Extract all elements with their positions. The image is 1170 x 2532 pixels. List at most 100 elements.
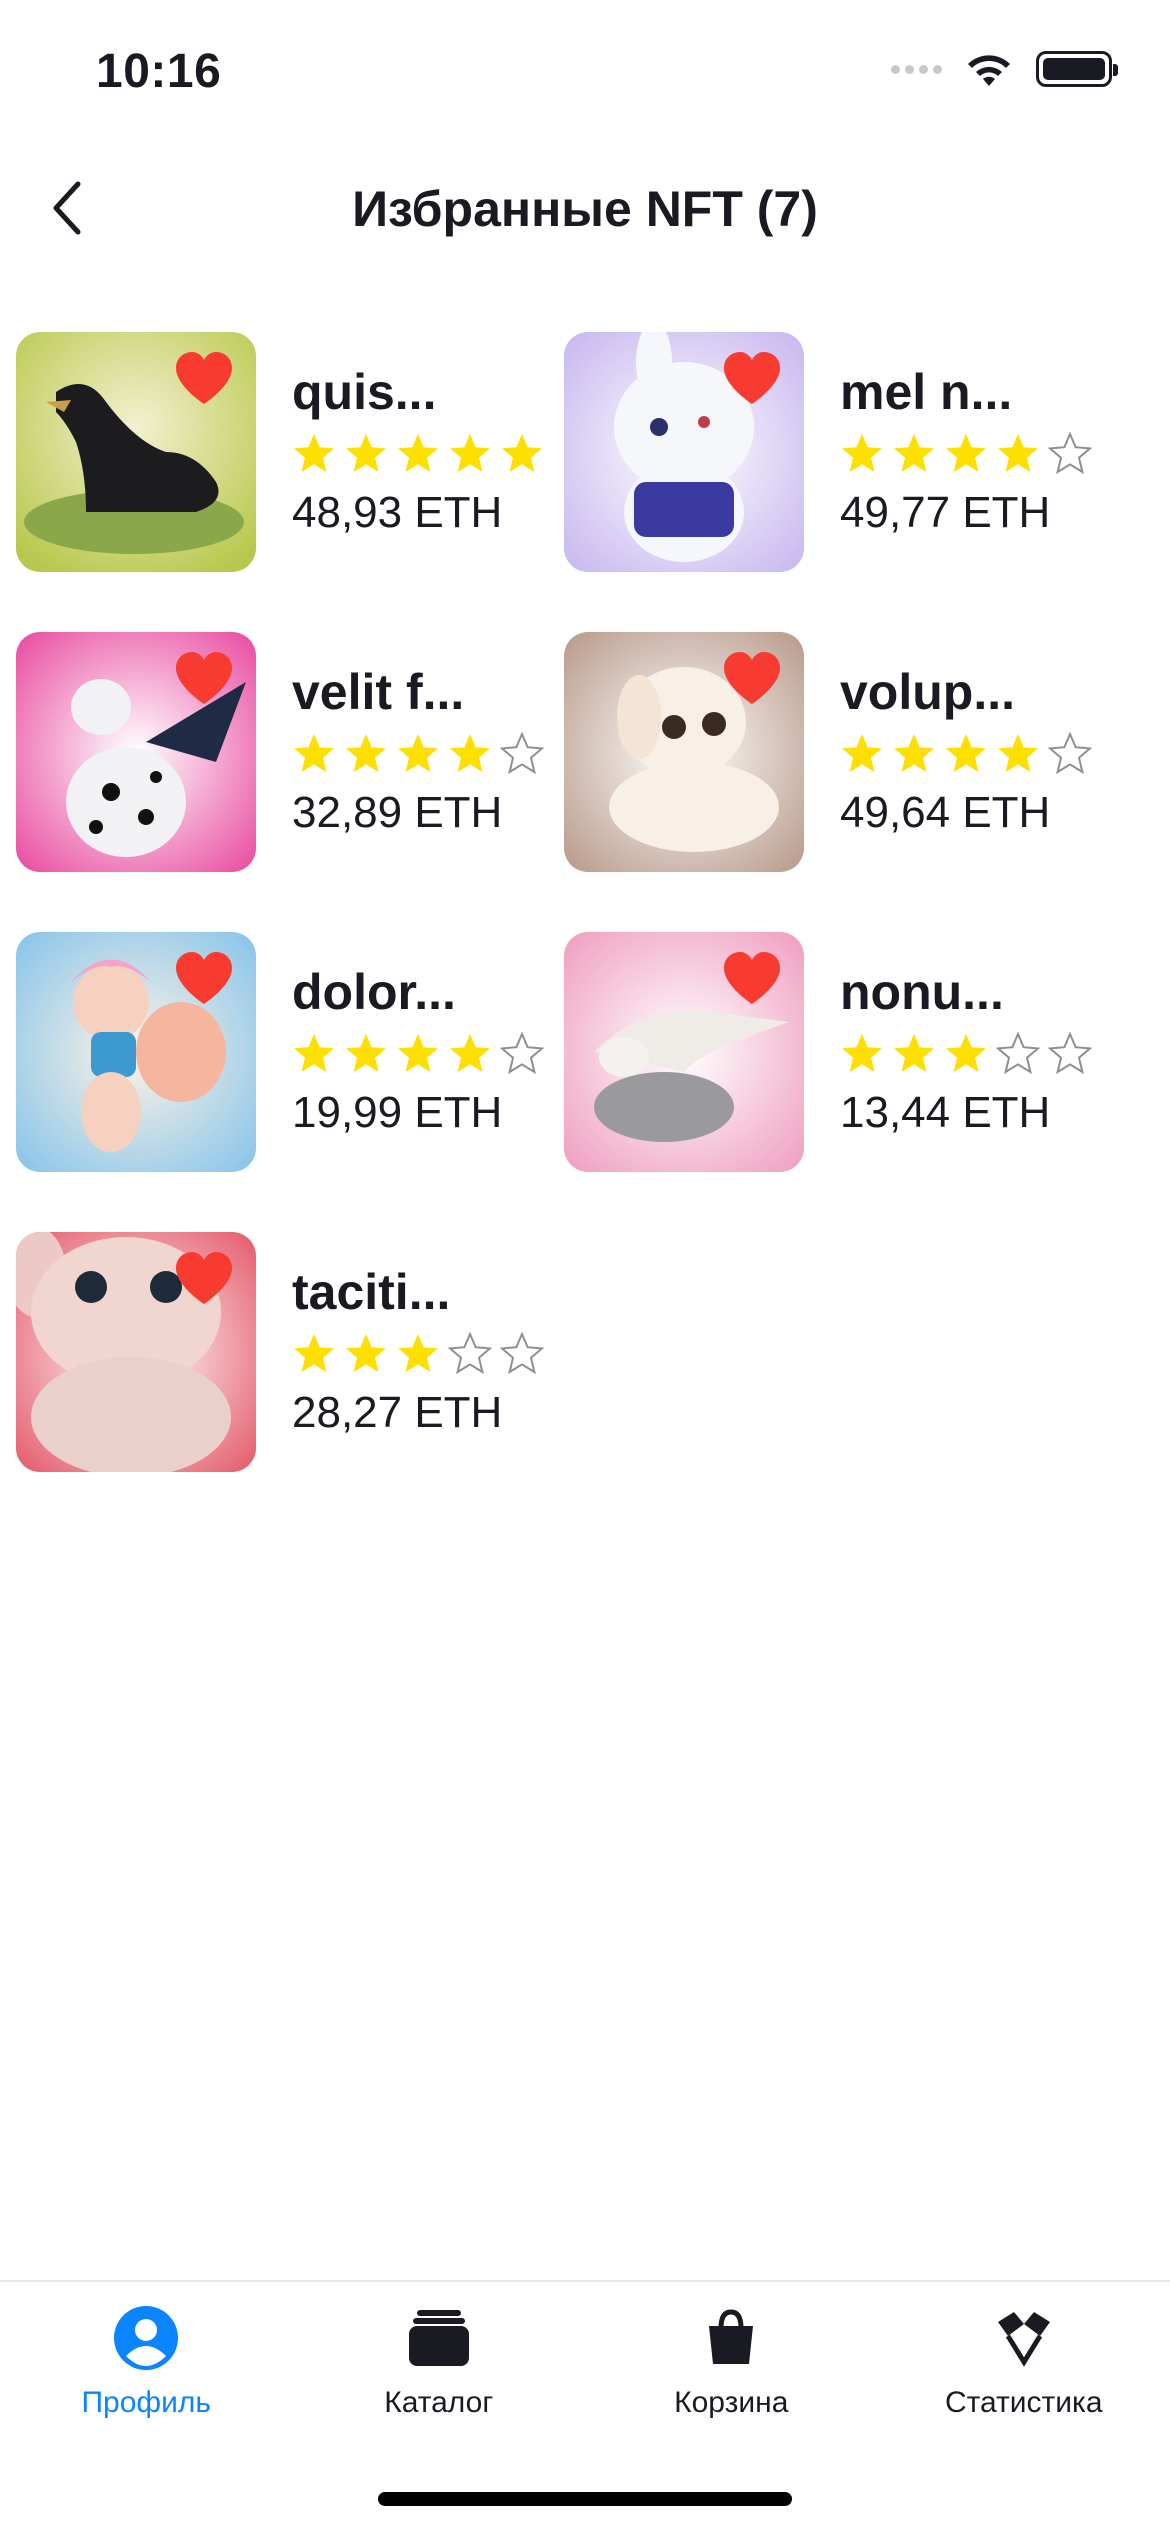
nft-card[interactable]: quis... 48,93 ETH (16, 332, 564, 572)
nft-card[interactable]: nonu... 13,44 ETH (564, 932, 1112, 1172)
nft-price: 19,99 ETH (292, 1088, 503, 1137)
nft-info: mel n... 49,77 ETH (840, 332, 1092, 538)
star-filled-icon (842, 734, 882, 772)
nft-name: quis... (292, 364, 437, 420)
nft-image[interactable] (16, 332, 256, 572)
nft-image[interactable] (16, 1232, 256, 1472)
nft-name: velit f... (292, 664, 465, 720)
nft-info: quis... 48,93 ETH (292, 332, 544, 538)
heart-filled-icon[interactable] (172, 348, 236, 408)
tab-label: Профиль (81, 2386, 211, 2419)
star-filled-icon (346, 1334, 386, 1372)
heart-filled-icon[interactable] (172, 948, 236, 1008)
nft-rating (292, 732, 544, 776)
favorites-grid: quis... 48,93 ETH mel n... 49,77 ETH vel… (16, 332, 1156, 1472)
tab-label: Корзина (674, 2386, 789, 2419)
star-filled-icon (946, 1034, 986, 1072)
star-filled-icon (894, 734, 934, 772)
star-filled-icon (998, 734, 1038, 772)
tab-statistics[interactable]: Статистика (878, 2282, 1170, 2452)
nft-rating (840, 432, 1092, 476)
favorites-screen: 10:16 Избранные NFT (7) quis... 48,93 ET… (0, 0, 1170, 2532)
nft-price: 13,44 ETH (840, 1088, 1051, 1137)
nft-info: nonu... 13,44 ETH (840, 932, 1092, 1138)
statistics-icon (997, 2312, 1050, 2367)
catalog-icon (408, 2310, 469, 2366)
nft-info: velit f... 32,89 ETH (292, 632, 544, 838)
home-indicator (378, 2492, 792, 2506)
star-filled-icon (946, 734, 986, 772)
heart-filled-icon[interactable] (172, 1248, 236, 1308)
nft-name: nonu... (840, 964, 1004, 1020)
star-filled-icon (450, 434, 490, 472)
nft-rating (292, 1332, 544, 1376)
nft-name: mel n... (840, 364, 1013, 420)
star-empty-icon (1048, 732, 1092, 775)
status-indicators (891, 50, 1118, 88)
nft-rating (292, 1032, 544, 1076)
nft-name: taciti... (292, 1264, 451, 1320)
tab-bar: Профиль Каталог Корзина Статистика (0, 2280, 1170, 2532)
nft-price: 32,89 ETH (292, 788, 503, 837)
nft-card[interactable]: taciti... 28,27 ETH (16, 1232, 564, 1472)
cellular-signal-icon (891, 64, 942, 74)
star-filled-icon (398, 1334, 438, 1372)
nft-card[interactable]: velit f... 32,89 ETH (16, 632, 564, 872)
star-empty-icon (448, 1332, 492, 1375)
nft-name: dolor... (292, 964, 456, 1020)
wifi-icon (968, 55, 1010, 86)
nft-price: 48,93 ETH (292, 488, 503, 537)
tab-cart[interactable]: Корзина (585, 2282, 878, 2452)
star-filled-icon (842, 434, 882, 472)
heart-filled-icon[interactable] (720, 348, 784, 408)
star-empty-icon (996, 1032, 1040, 1075)
star-empty-icon (1048, 432, 1092, 475)
nft-info: taciti... 28,27 ETH (292, 1232, 544, 1438)
nft-card[interactable]: volup... 49,64 ETH (564, 632, 1112, 872)
tab-catalog[interactable]: Каталог (293, 2282, 586, 2452)
star-filled-icon (894, 1034, 934, 1072)
nft-rating (840, 732, 1092, 776)
star-filled-icon (294, 1334, 334, 1372)
star-filled-icon (894, 434, 934, 472)
nft-price: 49,64 ETH (840, 788, 1051, 837)
star-filled-icon (450, 1034, 490, 1072)
nft-card[interactable]: mel n... 49,77 ETH (564, 332, 1112, 572)
star-empty-icon (500, 732, 544, 775)
nft-image[interactable] (16, 632, 256, 872)
nft-info: volup... 49,64 ETH (840, 632, 1092, 838)
tab-profile[interactable]: Профиль (0, 2282, 293, 2452)
profile-icon (114, 2306, 179, 2370)
star-filled-icon (398, 434, 438, 472)
star-filled-icon (294, 434, 334, 472)
star-filled-icon (294, 734, 334, 772)
battery-icon (1036, 51, 1118, 87)
page-title: Избранные NFT (7) (352, 181, 818, 237)
star-filled-icon (398, 1034, 438, 1072)
star-empty-icon (1048, 1032, 1092, 1075)
nft-price: 49,77 ETH (840, 488, 1051, 537)
nft-image[interactable] (16, 932, 256, 1172)
star-filled-icon (346, 1034, 386, 1072)
nft-image[interactable] (564, 932, 804, 1172)
nft-image[interactable] (564, 332, 804, 572)
star-filled-icon (842, 1034, 882, 1072)
status-time: 10:16 (96, 45, 222, 98)
star-empty-icon (500, 1032, 544, 1075)
star-filled-icon (346, 734, 386, 772)
star-filled-icon (946, 434, 986, 472)
nft-name: volup... (840, 664, 1015, 720)
heart-filled-icon[interactable] (172, 648, 236, 708)
star-filled-icon (502, 434, 542, 472)
tab-label: Статистика (944, 2386, 1103, 2419)
cart-icon (709, 2309, 754, 2364)
heart-filled-icon[interactable] (720, 948, 784, 1008)
star-filled-icon (450, 734, 490, 772)
tab-label: Каталог (384, 2386, 494, 2419)
star-filled-icon (294, 1034, 334, 1072)
star-filled-icon (346, 434, 386, 472)
heart-filled-icon[interactable] (720, 648, 784, 708)
nft-image[interactable] (564, 632, 804, 872)
nft-card[interactable]: dolor... 19,99 ETH (16, 932, 564, 1172)
star-filled-icon (998, 434, 1038, 472)
